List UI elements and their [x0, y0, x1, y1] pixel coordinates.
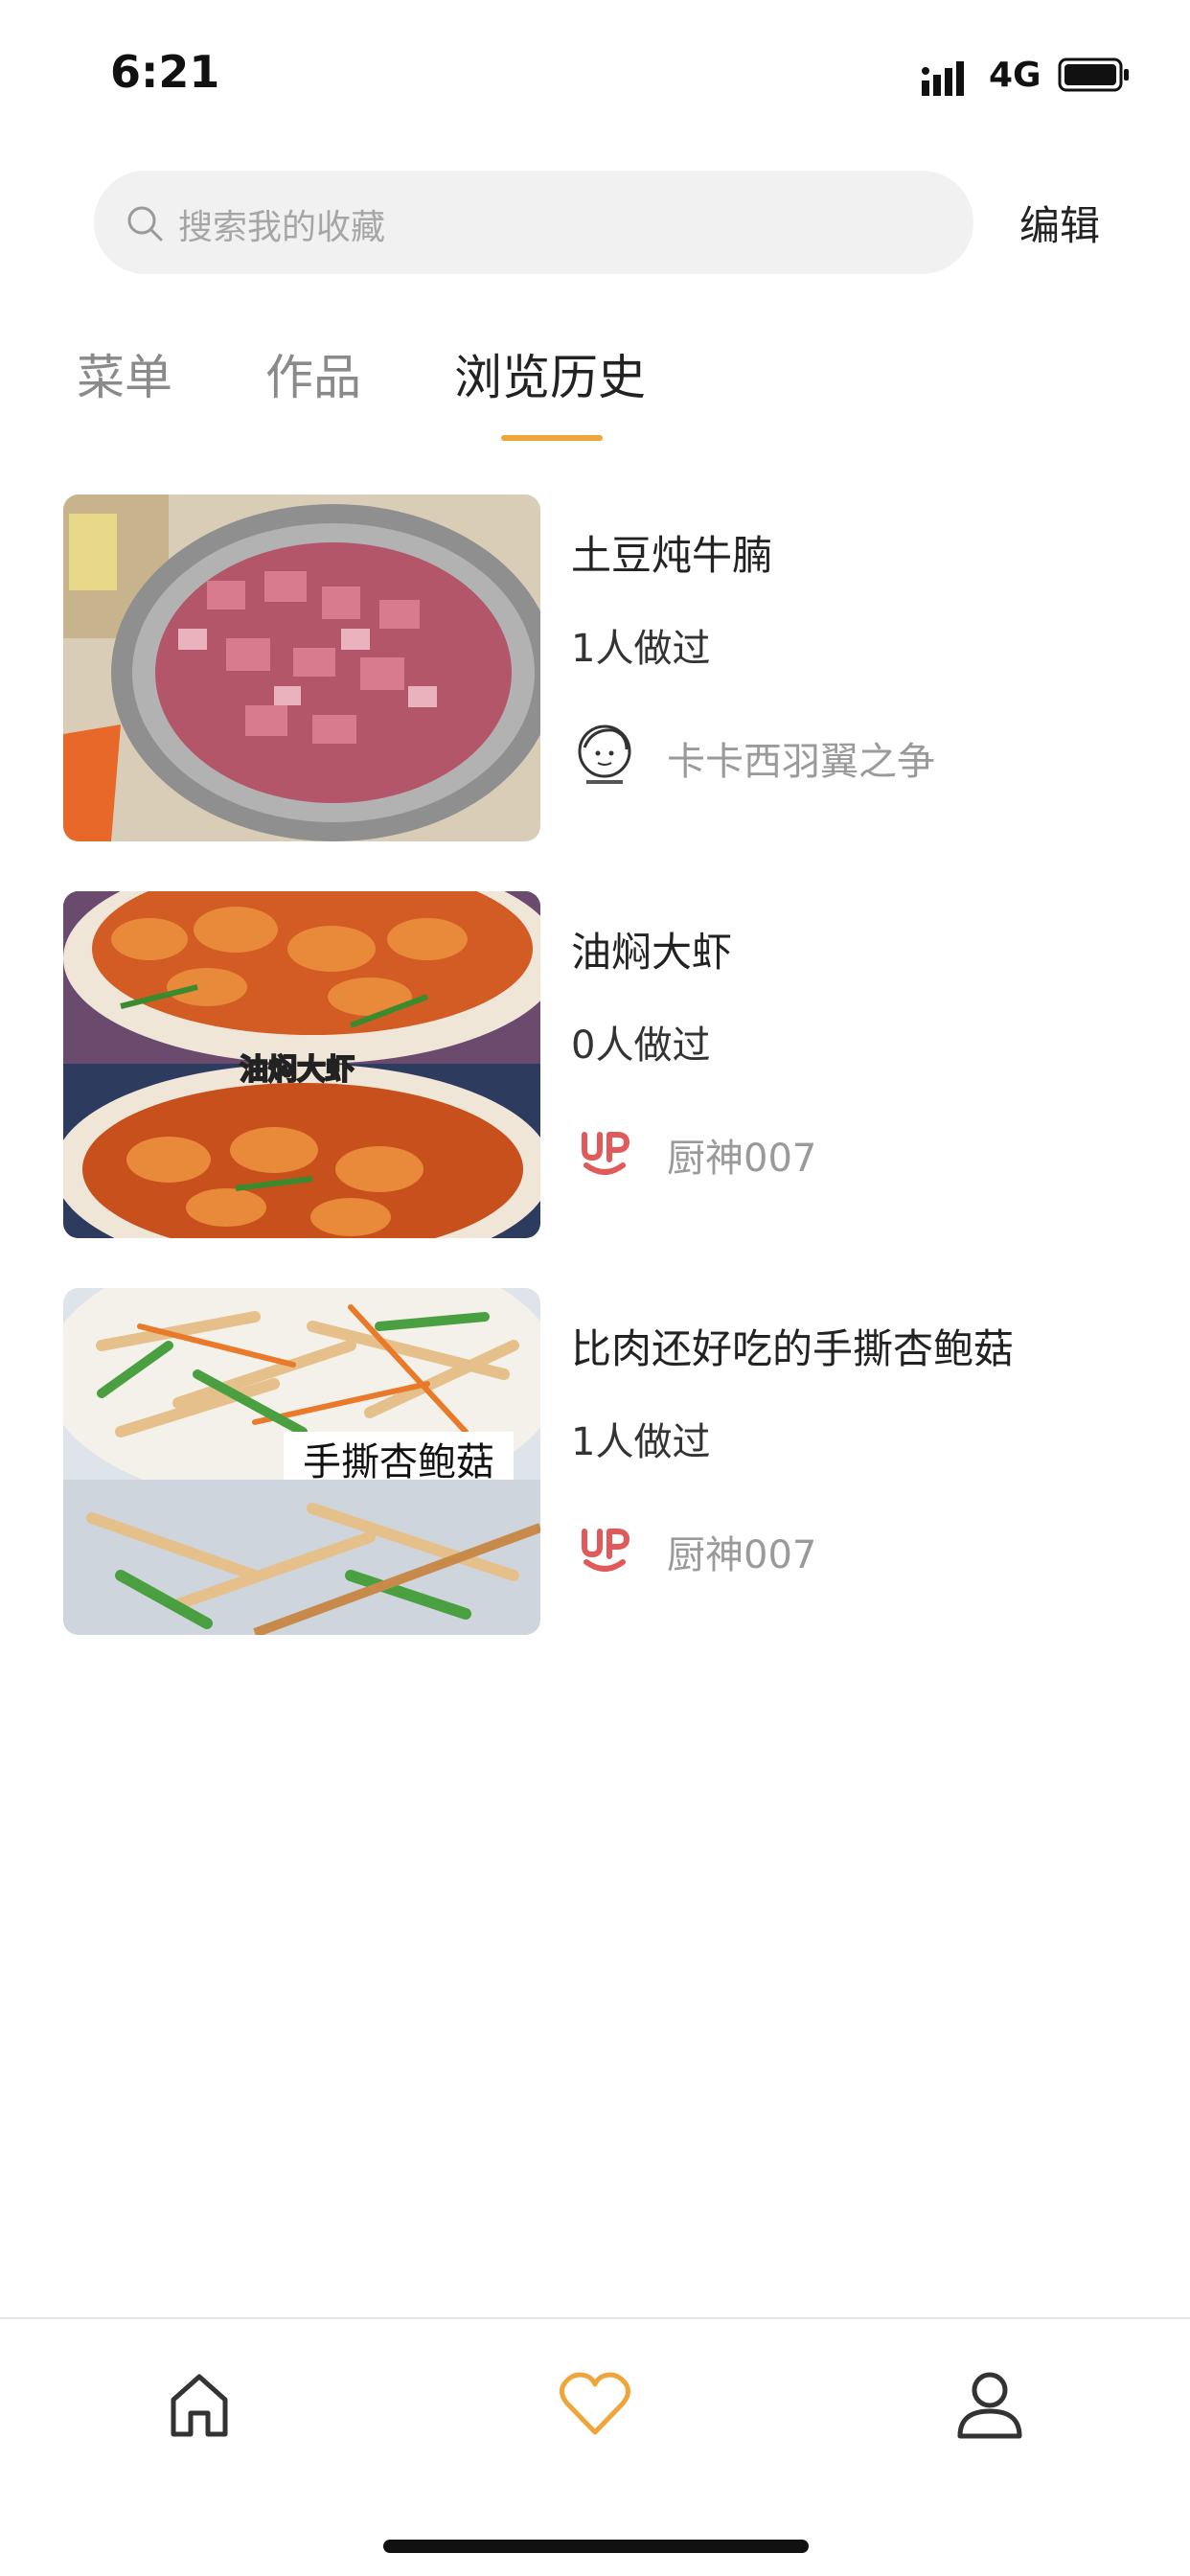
recipe-title[interactable]: 土豆炖牛腩	[571, 523, 772, 582]
search-placeholder: 搜索我的收藏	[178, 208, 386, 247]
recipe-title[interactable]: 油焖大虾	[571, 920, 732, 978]
author-name[interactable]: 厨神007	[667, 1524, 816, 1579]
recipe-title[interactable]: 比肉还好吃的手撕杏鲍菇	[571, 1317, 1014, 1375]
recipe-made-count: 0人做过	[571, 1024, 711, 1068]
recipe-thumbnail[interactable]	[63, 494, 540, 841]
brand-logo-icon[interactable]	[571, 1117, 638, 1184]
active-tab-indicator	[501, 435, 603, 441]
recipe-item[interactable]: 油焖大虾 油焖大虾 0人做过 厨神007	[63, 891, 1127, 1238]
recipe-made-count: 1人做过	[571, 1420, 711, 1464]
tab-works[interactable]: 作品	[265, 339, 361, 408]
status-bar: 6:21 4G	[0, 0, 1190, 144]
status-time: 6:21	[110, 46, 220, 98]
home-icon[interactable]	[156, 2361, 242, 2448]
battery-icon	[1058, 58, 1129, 92]
search-icon	[127, 206, 163, 242]
edit-button[interactable]: 编辑	[1019, 194, 1100, 252]
author-name[interactable]: 厨神007	[667, 1127, 816, 1183]
recipe-item[interactable]: 土豆炖牛腩 1人做过 卡卡西羽翼之争	[63, 494, 1127, 841]
author-avatar[interactable]	[571, 721, 638, 788]
author-name[interactable]: 卡卡西羽翼之争	[667, 730, 935, 786]
home-indicator	[383, 2540, 809, 2553]
signal-icon	[922, 61, 964, 96]
recipe-made-count: 1人做过	[571, 627, 711, 671]
brand-logo-icon[interactable]	[571, 1514, 638, 1581]
bottom-nav	[0, 2317, 1190, 2576]
recipe-item[interactable]: 手撕杏鲍菇 比肉还好吃的手撕杏鲍菇 1人做过 厨神007	[63, 1288, 1127, 1635]
user-icon[interactable]	[947, 2361, 1033, 2448]
tab-menu[interactable]: 菜单	[77, 339, 172, 408]
thumb-caption: 油焖大虾	[240, 1053, 355, 1087]
tab-history[interactable]: 浏览历史	[454, 339, 646, 408]
recipe-thumbnail[interactable]: 油焖大虾	[63, 891, 540, 1238]
thumb-caption: 手撕杏鲍菇	[303, 1440, 494, 1484]
heart-icon[interactable]	[552, 2361, 638, 2448]
network-label: 4G	[989, 56, 1041, 95]
recipe-thumbnail[interactable]: 手撕杏鲍菇	[63, 1288, 540, 1635]
search-input[interactable]: 搜索我的收藏	[94, 171, 973, 274]
